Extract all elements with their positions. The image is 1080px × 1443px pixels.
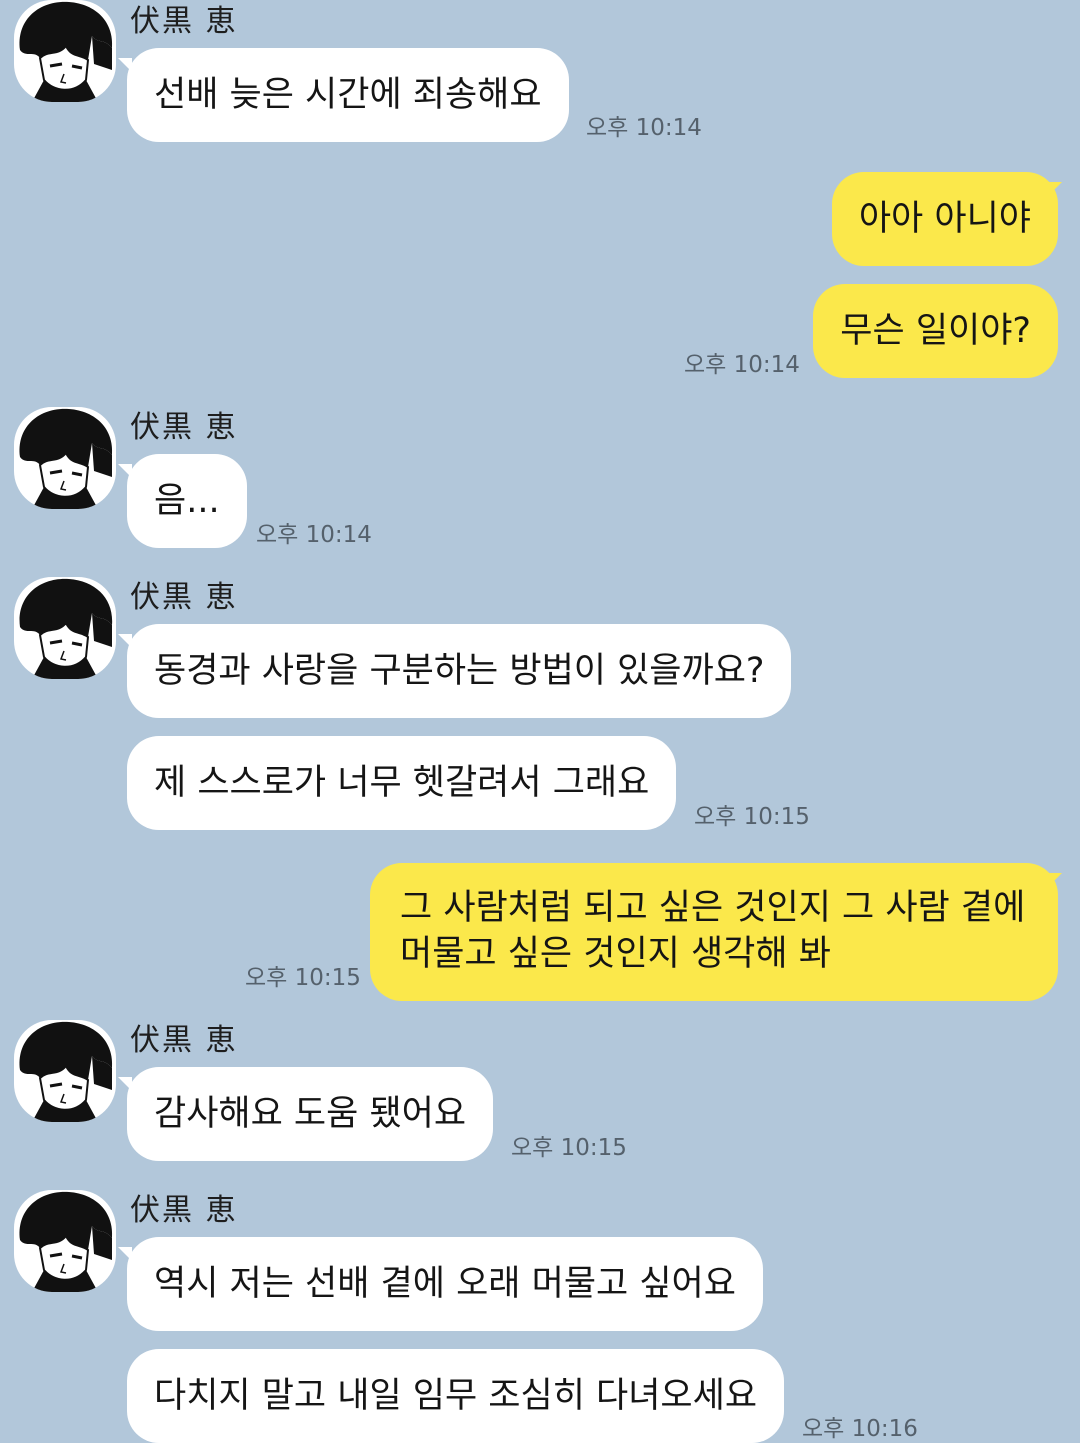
message-timestamp: 오후 10:15 [694, 804, 810, 830]
message-bubble[interactable]: 무슨 일이야? [813, 284, 1058, 378]
avatar[interactable] [14, 0, 116, 102]
message-bubble[interactable]: 제 스스로가 너무 헷갈려서 그래요 [127, 736, 677, 830]
message-timestamp: 오후 10:15 [245, 965, 361, 991]
avatar[interactable] [14, 1020, 116, 1122]
message-bubble[interactable]: 선배 늦은 시간에 죄송해요 [127, 48, 569, 142]
profile-portrait-icon [19, 1, 113, 102]
profile-portrait-icon [19, 408, 113, 509]
message-timestamp: 오후 10:14 [256, 522, 372, 548]
message-timestamp: 오후 10:16 [802, 1416, 918, 1442]
avatar[interactable] [14, 577, 116, 679]
profile-portrait-icon [19, 1191, 113, 1292]
sender-name: 伏黒 恵 [130, 410, 238, 445]
message-timestamp: 오후 10:14 [684, 352, 800, 378]
avatar[interactable] [14, 407, 116, 509]
sender-name: 伏黒 恵 [130, 580, 238, 615]
profile-portrait-icon [19, 578, 113, 679]
chat-area: 伏黒 恵 선배 늦은 시간에 죄송해요 오후 10:14 아아 아니야 무슨 일… [0, 0, 1080, 1443]
avatar[interactable] [14, 1190, 116, 1292]
sender-name: 伏黒 恵 [130, 1023, 238, 1058]
message-bubble[interactable]: 동경과 사랑을 구분하는 방법이 있을까요? [127, 624, 792, 718]
message-timestamp: 오후 10:15 [511, 1135, 627, 1161]
profile-portrait-icon [19, 1021, 113, 1122]
message-bubble[interactable]: 아아 아니야 [831, 172, 1058, 266]
message-timestamp: 오후 10:14 [586, 115, 702, 141]
message-bubble[interactable]: 감사해요 도움 됐어요 [127, 1067, 494, 1161]
message-bubble[interactable]: 음... [127, 454, 247, 548]
message-bubble[interactable]: 그 사람처럼 되고 싶은 것인지 그 사람 곁에 머물고 싶은 것인지 생각해 … [370, 863, 1058, 1001]
sender-name: 伏黒 恵 [130, 1193, 238, 1228]
sender-name: 伏黒 恵 [130, 4, 238, 39]
message-bubble[interactable]: 역시 저는 선배 곁에 오래 머물고 싶어요 [127, 1237, 763, 1331]
message-bubble[interactable]: 다치지 말고 내일 임무 조심히 다녀오세요 [127, 1349, 785, 1443]
